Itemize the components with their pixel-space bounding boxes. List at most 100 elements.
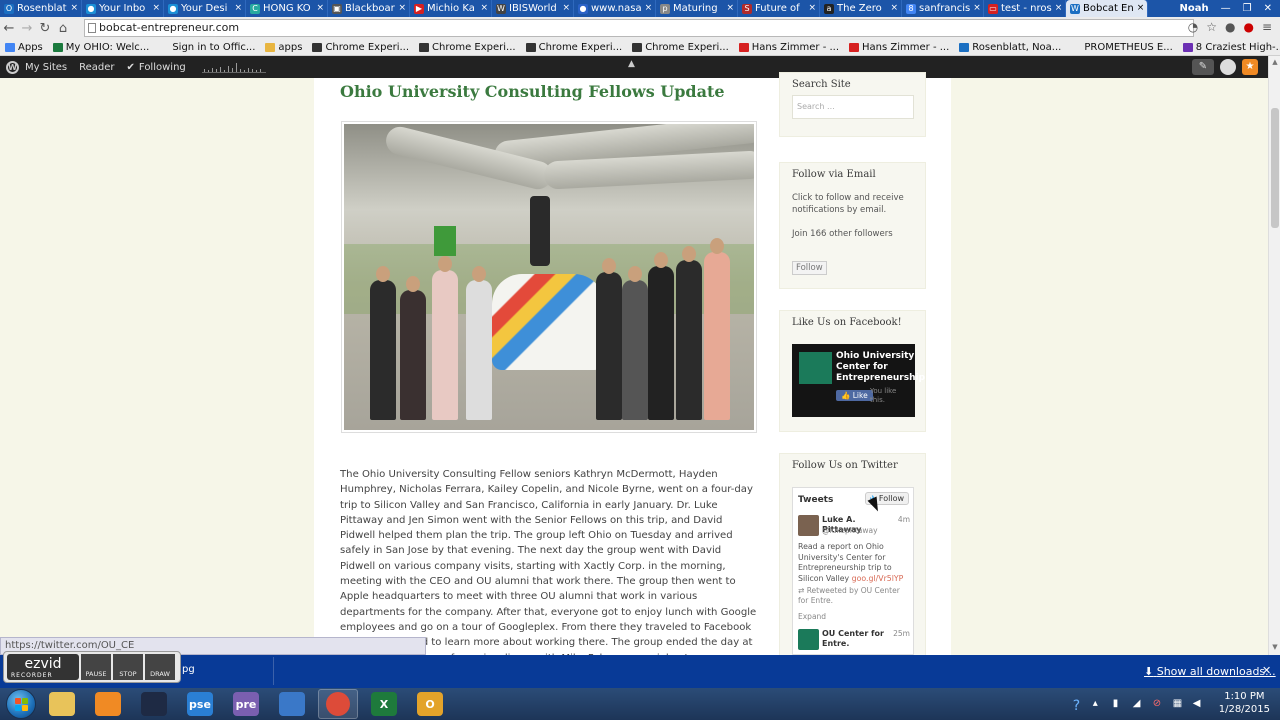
tab-close-icon[interactable]: ×	[645, 0, 653, 17]
chrome-user-name[interactable]: Noah	[1180, 3, 1209, 14]
tweet-avatar[interactable]	[798, 629, 819, 650]
lightbulb-icon[interactable]: ◔	[1188, 20, 1198, 34]
page-scrollbar[interactable]: ▲ ▼	[1268, 56, 1280, 655]
scrollbar-thumb[interactable]	[1271, 108, 1279, 228]
taskbar-photoshop-elements-icon[interactable]: pse	[180, 689, 220, 719]
notifications-star-icon[interactable]: ★	[1242, 59, 1258, 75]
user-avatar[interactable]	[1220, 59, 1236, 75]
extension-icon[interactable]: ●	[1243, 20, 1253, 34]
bookmark-item[interactable]: Hans Zimmer - ...	[844, 42, 954, 53]
facebook-page-name[interactable]: Ohio University Center for Entrepreneurs…	[836, 351, 925, 384]
reader-link[interactable]: Reader	[73, 62, 120, 73]
taskbar-chrome-icon[interactable]	[318, 689, 358, 719]
menu-icon[interactable]: ≡	[1262, 20, 1272, 34]
tab-close-icon[interactable]: ×	[1137, 0, 1145, 17]
bookmark-item[interactable]: Sign in to Offic...	[154, 42, 260, 53]
taskbar-metro-apps-icon[interactable]	[272, 689, 312, 719]
search-input[interactable]: Search ...	[792, 95, 914, 119]
tab-close-icon[interactable]: ×	[890, 0, 898, 17]
following-link[interactable]: ✔ Following	[121, 62, 192, 73]
stop-button[interactable]: STOP	[113, 654, 143, 680]
bookmark-item[interactable]: Hans Zimmer - ...	[734, 42, 844, 53]
bookmark-item[interactable]: Apps	[0, 42, 48, 53]
scroll-up-icon[interactable]: ▲	[1269, 58, 1280, 68]
tab-close-icon[interactable]: ×	[808, 0, 816, 17]
address-bar[interactable]: bobcat-entrepreneur.com	[84, 19, 1194, 37]
home-icon[interactable]: ⌂	[54, 21, 72, 36]
security-icon[interactable]: ⊘	[1153, 698, 1164, 709]
reload-icon[interactable]: ↻	[36, 21, 54, 36]
taskbar-explorer-icon[interactable]	[42, 689, 82, 719]
tweet-link[interactable]: goo.gl/Vr5lYP	[852, 574, 904, 583]
browser-tab[interactable]: ● Your Desi ×	[164, 0, 246, 17]
browser-tab[interactable]: ▣ Blackboar ×	[328, 0, 410, 17]
tweet-avatar[interactable]	[798, 515, 819, 536]
collapse-caret-icon[interactable]: ▲	[628, 59, 635, 69]
browser-tab[interactable]: W Bobcat En ×	[1066, 0, 1148, 17]
taskbar-outlook-icon[interactable]: O	[410, 689, 450, 719]
volume-icon[interactable]: ◀	[1193, 698, 1204, 709]
tab-close-icon[interactable]: ×	[70, 0, 78, 17]
tweet-time[interactable]: 4m	[898, 515, 910, 524]
profile-icon[interactable]: ●	[1225, 20, 1235, 34]
post-title[interactable]: Ohio University Consulting Fellows Updat…	[340, 82, 725, 101]
browser-tab[interactable]: ▶ Michio Ka ×	[410, 0, 492, 17]
stats-sparkline[interactable]	[201, 61, 266, 73]
taskbar-ezvid-icon[interactable]	[134, 689, 174, 719]
browser-tab[interactable]: ● www.nasa ×	[574, 0, 656, 17]
bookmark-item[interactable]: Chrome Experi...	[627, 42, 734, 53]
browser-tab[interactable]: W IBISWorld ×	[492, 0, 574, 17]
bookmark-item[interactable]: My OHIO: Welc...	[48, 42, 155, 53]
browser-tab[interactable]: S Future of ×	[738, 0, 820, 17]
browser-tab[interactable]: p Maturing ×	[656, 0, 738, 17]
tray-arrow-icon[interactable]: ▴	[1093, 698, 1104, 709]
forward-icon[interactable]: →	[18, 21, 36, 36]
tab-close-icon[interactable]: ×	[152, 0, 160, 17]
tab-close-icon[interactable]: ×	[1055, 0, 1063, 17]
facebook-page-box[interactable]: Ohio University Center for Entrepreneurs…	[792, 344, 925, 417]
write-post-icon[interactable]: ✎	[1192, 59, 1214, 75]
twitter-timeline[interactable]: Tweets ✈ Follow Luke A. Pittaway @lukepi…	[792, 487, 914, 655]
tab-close-icon[interactable]: ×	[234, 0, 242, 17]
scroll-down-icon[interactable]: ▼	[1269, 643, 1280, 653]
tweet-author[interactable]: OU Center for Entre.	[822, 629, 892, 649]
browser-tab[interactable]: a The Zero ×	[820, 0, 902, 17]
tweet-time[interactable]: 25m	[893, 629, 910, 638]
taskbar-media-player-icon[interactable]	[88, 689, 128, 719]
close-icon[interactable]: ✕	[1262, 664, 1271, 677]
browser-tab[interactable]: 8 sanfrancis ×	[902, 0, 984, 17]
tweet-expand-link[interactable]: Expand	[798, 612, 826, 621]
bookmark-item[interactable]: Rosenblatt, Noa...	[954, 42, 1066, 53]
pause-button[interactable]: PAUSE	[81, 654, 111, 680]
taskbar-excel-icon[interactable]: X	[364, 689, 404, 719]
wireless-icon[interactable]: ◢	[1133, 698, 1144, 709]
download-item[interactable]: pg	[178, 657, 274, 685]
taskbar-premiere-icon[interactable]: pre	[226, 689, 266, 719]
back-icon[interactable]: ←	[0, 21, 18, 36]
browser-tab[interactable]: O Rosenblat ×	[0, 0, 82, 17]
tab-close-icon[interactable]: ×	[316, 0, 324, 17]
bookmark-item[interactable]: PROMETHEUS E...	[1066, 42, 1177, 53]
help-icon[interactable]: ?	[1073, 698, 1084, 714]
tab-close-icon[interactable]: ×	[562, 0, 570, 17]
tab-close-icon[interactable]: ×	[398, 0, 406, 17]
tweet-handle[interactable]: @lukepittaway	[822, 526, 878, 535]
bookmark-item[interactable]: apps	[260, 42, 307, 53]
my-sites-link[interactable]: My Sites	[19, 62, 73, 73]
system-clock[interactable]: 1:10 PM 1/28/2015	[1219, 690, 1270, 716]
start-button[interactable]	[6, 689, 36, 719]
bookmark-item[interactable]: Chrome Experi...	[414, 42, 521, 53]
bookmark-item[interactable]: Chrome Experi...	[521, 42, 628, 53]
bookmark-item[interactable]: Chrome Experi...	[307, 42, 414, 53]
browser-tab[interactable]: ● Your Inbo ×	[82, 0, 164, 17]
browser-tab[interactable]: C HONG KO ×	[246, 0, 328, 17]
bookmark-item[interactable]: 8 Craziest High-...	[1178, 42, 1280, 53]
battery-icon[interactable]: ▮	[1113, 698, 1124, 709]
show-all-downloads-link[interactable]: ⬇ Show all downloads...	[1144, 665, 1276, 678]
maximize-icon[interactable]: ❐	[1243, 3, 1252, 14]
network-icon[interactable]: ▦	[1173, 698, 1184, 709]
minimize-icon[interactable]: —	[1221, 3, 1231, 14]
follow-email-button[interactable]: Follow	[792, 261, 827, 275]
tab-close-icon[interactable]: ×	[973, 0, 981, 17]
facebook-like-button[interactable]: 👍 Like	[836, 390, 873, 401]
